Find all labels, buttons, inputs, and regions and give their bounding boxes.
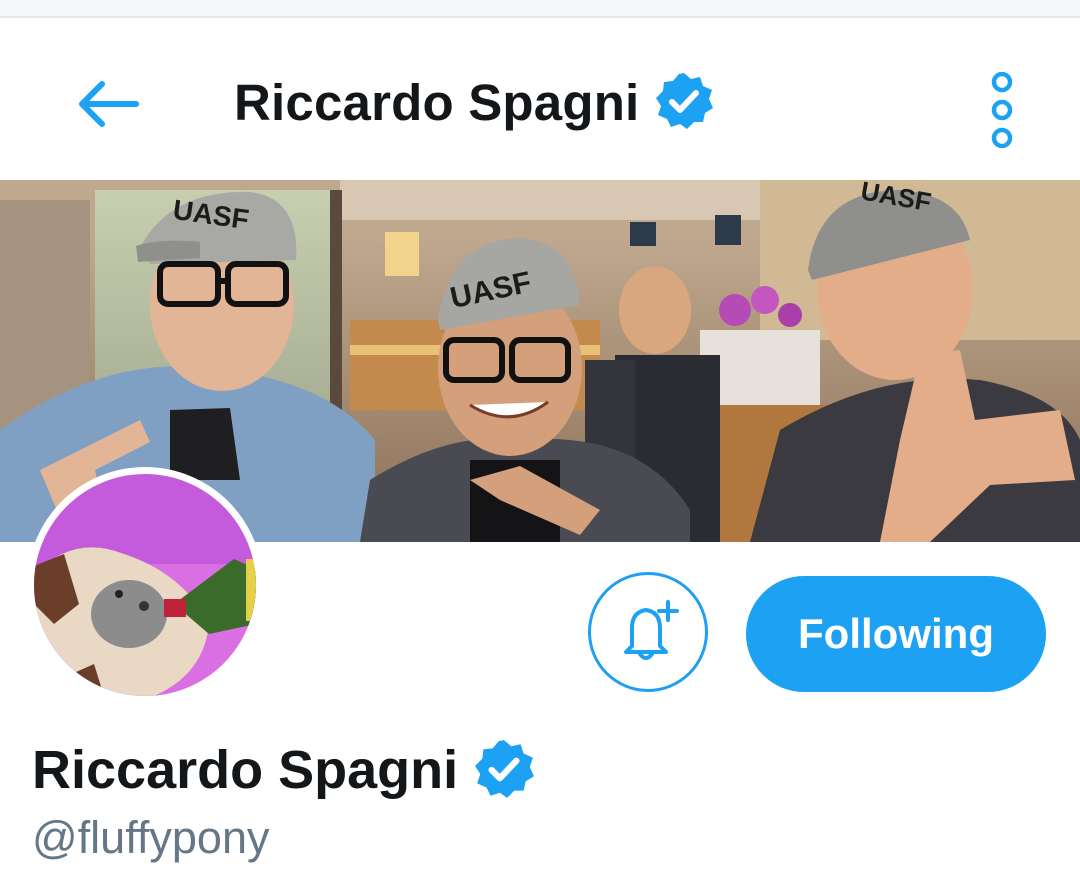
profile-name: Riccardo Spagni — [32, 740, 459, 800]
notifications-button[interactable] — [588, 572, 708, 692]
top-strip — [0, 0, 1080, 18]
profile-header-bar: Riccardo Spagni — [0, 18, 1080, 180]
bell-plus-icon — [624, 600, 679, 660]
following-button-label: Following — [798, 610, 994, 657]
header-title-group: Riccardo Spagni — [234, 70, 715, 134]
more-options-button[interactable] — [968, 60, 1036, 160]
profile-name-group: Riccardo Spagni — [32, 736, 536, 804]
header-title: Riccardo Spagni — [234, 73, 640, 131]
back-button[interactable] — [66, 62, 150, 146]
verified-badge-icon — [472, 738, 536, 802]
following-button[interactable]: Following — [746, 576, 1046, 692]
profile-handle: @fluffypony — [32, 812, 270, 863]
verified-badge-icon — [653, 71, 715, 133]
arrow-left-icon — [79, 81, 139, 127]
avatar[interactable] — [34, 474, 256, 696]
more-vertical-icon — [991, 72, 1013, 148]
